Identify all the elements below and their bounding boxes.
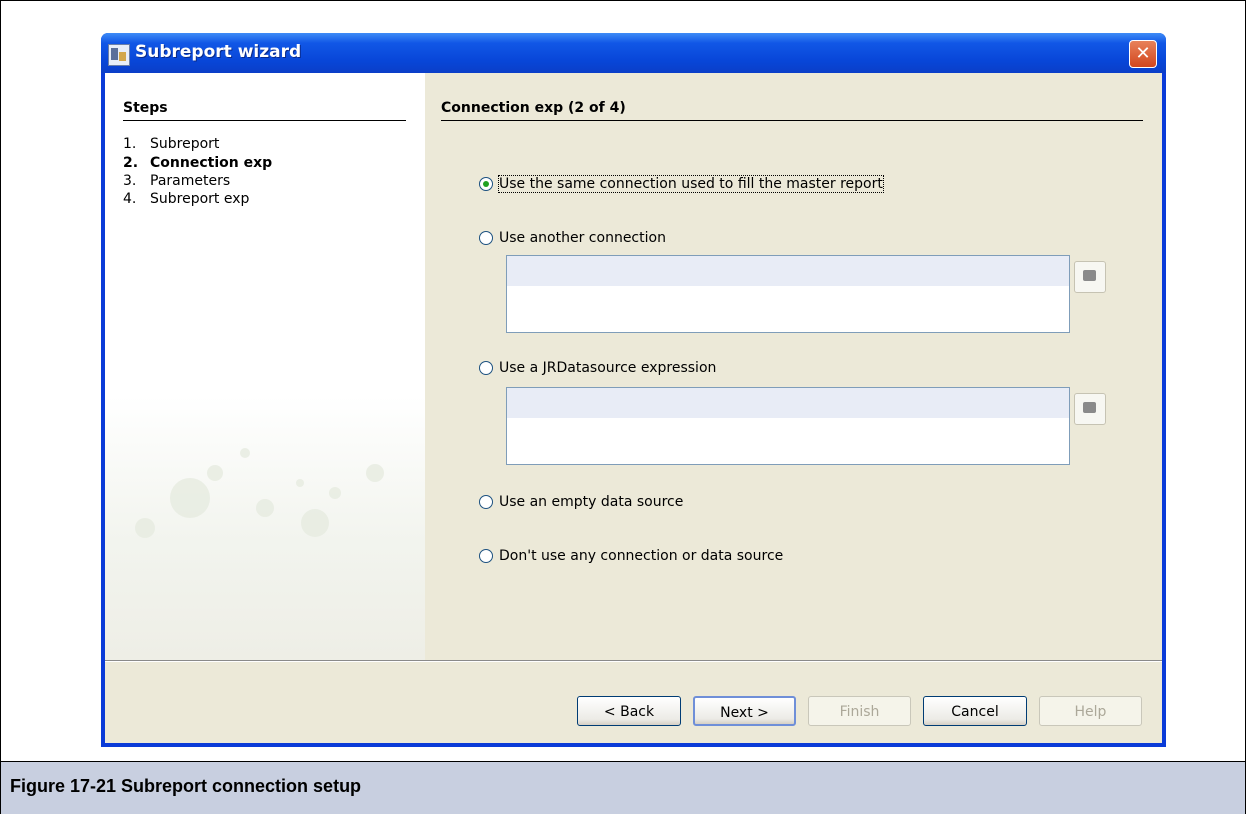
option-another-connection[interactable]: Use another connection [479, 227, 666, 249]
figure-caption: Figure 17-21 Subreport connection setup [10, 776, 362, 796]
step-item-connection-exp: 2. Connection exp [123, 155, 272, 171]
step-label: Parameters [150, 173, 231, 189]
dialog-body: Steps 1. Subreport 2. Connection exp 3. Par… [105, 73, 1162, 743]
step-item-subreport-exp: 4. Subreport exp [123, 191, 249, 207]
footer-separator-highlight [105, 661, 1162, 662]
radio-button[interactable] [479, 177, 493, 191]
step-number: 3. [123, 173, 137, 189]
content-title: Connection exp (2 of 4) [441, 100, 626, 116]
current-line-highlight [507, 388, 1069, 418]
option-label[interactable]: Use a JRDatasource expression [499, 360, 716, 376]
connection-expression-button[interactable] [1074, 261, 1106, 293]
option-label[interactable]: Use an empty data source [499, 494, 683, 510]
option-no-connection[interactable]: Don't use any connection or data source [479, 545, 783, 567]
steps-title: Steps [123, 100, 168, 116]
title-bar[interactable]: Subreport wizard ✕ [101, 33, 1166, 73]
radio-button[interactable] [479, 361, 493, 375]
next-button[interactable]: Next > [693, 696, 796, 726]
step-label: Connection exp [150, 155, 273, 171]
steps-divider [123, 120, 406, 121]
option-label[interactable]: Don't use any connection or data source [499, 548, 783, 564]
step-item-parameters: 3. Parameters [123, 173, 230, 189]
option-jrdatasource-expression[interactable]: Use a JRDatasource expression [479, 357, 716, 379]
step-number: 2. [123, 155, 139, 171]
subreport-wizard-dialog: Subreport wizard ✕ Steps 1. Subreport 2.… [101, 33, 1166, 747]
option-label[interactable]: Use the same connection used to fill the… [498, 175, 884, 193]
connection-expression-editor[interactable] [506, 255, 1070, 333]
radio-button[interactable] [479, 495, 493, 509]
expression-editor-icon [1083, 402, 1096, 413]
datasource-expression-editor[interactable] [506, 387, 1070, 465]
datasource-expression-button[interactable] [1074, 393, 1106, 425]
step-number: 4. [123, 191, 137, 207]
help-button[interactable]: Help [1039, 696, 1142, 726]
cancel-button[interactable]: Cancel [923, 696, 1027, 726]
step-number: 1. [123, 136, 137, 152]
window-title: Subreport wizard [135, 42, 302, 62]
option-same-connection[interactable]: Use the same connection used to fill the… [479, 173, 884, 195]
step-label: Subreport [150, 136, 220, 152]
expression-editor-icon [1083, 270, 1096, 281]
radio-button[interactable] [479, 231, 493, 245]
option-empty-data-source[interactable]: Use an empty data source [479, 491, 683, 513]
close-button[interactable]: ✕ [1129, 40, 1157, 68]
back-button[interactable]: < Back [577, 696, 681, 726]
radio-button[interactable] [479, 549, 493, 563]
step-label: Subreport exp [150, 191, 250, 207]
bubbles-decoration [135, 448, 384, 538]
step-item-subreport: 1. Subreport [123, 136, 219, 152]
app-icon [108, 44, 130, 66]
content-divider [441, 120, 1143, 121]
steps-panel: Steps 1. Subreport 2. Connection exp 3. Par… [105, 73, 425, 660]
option-label[interactable]: Use another connection [499, 230, 666, 246]
figure-caption-bar: Figure 17-21 Subreport connection setup [1, 761, 1245, 814]
current-line-highlight [507, 256, 1069, 286]
finish-button[interactable]: Finish [808, 696, 911, 726]
